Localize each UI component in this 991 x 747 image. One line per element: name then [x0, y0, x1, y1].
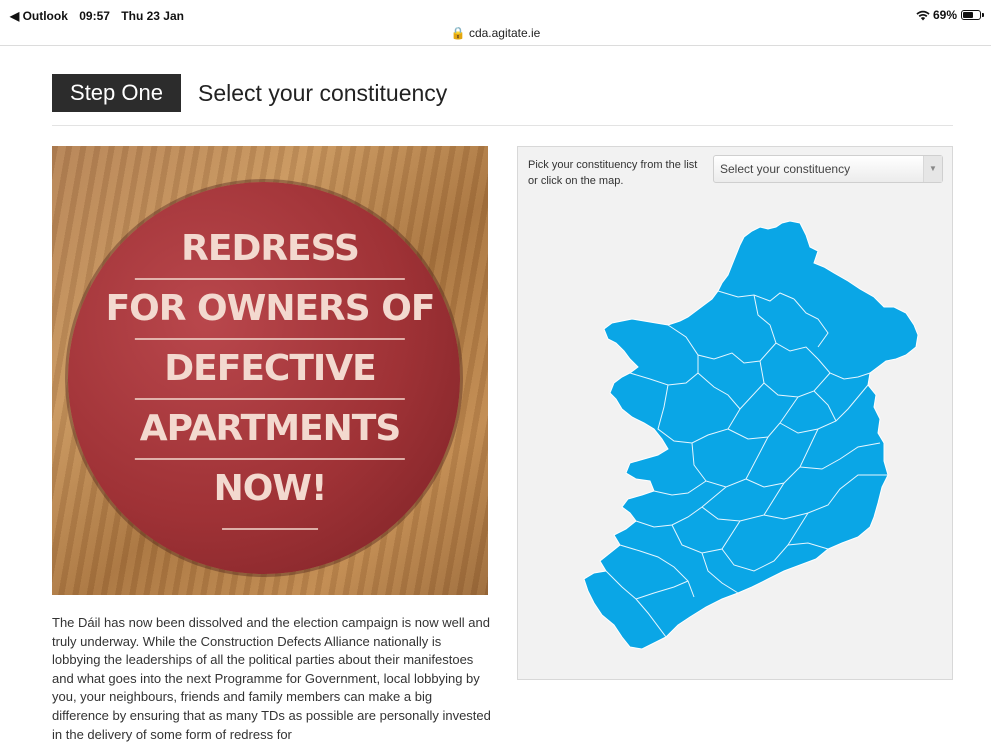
- status-left: ◀ Outlook 09:57 Thu 23 Jan: [10, 9, 192, 23]
- date: Thu 23 Jan: [121, 9, 184, 23]
- step-badge: Step One: [52, 74, 181, 112]
- status-bar: ◀ Outlook 09:57 Thu 23 Jan 🔒 cda.agitate…: [0, 0, 991, 46]
- back-to-app-link[interactable]: ◀ Outlook: [10, 9, 68, 23]
- status-right: 69%: [916, 8, 984, 22]
- wifi-icon: [916, 10, 930, 20]
- url-text: cda.agitate.ie: [468, 26, 541, 40]
- pin-badge-text: REDRESS FOR OWNERS OF DEFECTIVE APARTMEN…: [52, 228, 488, 528]
- battery-icon: [961, 10, 984, 20]
- constituency-map-panel: Pick your constituency from the list or …: [517, 146, 953, 680]
- pin-line: REDRESS: [52, 228, 488, 288]
- ireland-outline[interactable]: [583, 220, 919, 650]
- pin-line: FOR OWNERS OF: [52, 288, 488, 348]
- ireland-constituency-map[interactable]: [518, 147, 954, 681]
- page-title: Select your constituency: [198, 80, 448, 106]
- clock: 09:57: [79, 9, 110, 23]
- pin-line: APARTMENTS: [52, 408, 488, 468]
- divider: [52, 125, 953, 126]
- intro-paragraph: The Dáil has now been dissolved and the …: [52, 615, 491, 742]
- pin-line: DEFECTIVE: [52, 348, 488, 408]
- campaign-badge-photo: REDRESS FOR OWNERS OF DEFECTIVE APARTMEN…: [52, 146, 488, 595]
- address-bar[interactable]: 🔒 cda.agitate.ie: [0, 26, 991, 40]
- pin-line: NOW!: [52, 468, 488, 528]
- battery-percent: 69%: [932, 8, 957, 22]
- lock-icon: 🔒: [450, 26, 466, 40]
